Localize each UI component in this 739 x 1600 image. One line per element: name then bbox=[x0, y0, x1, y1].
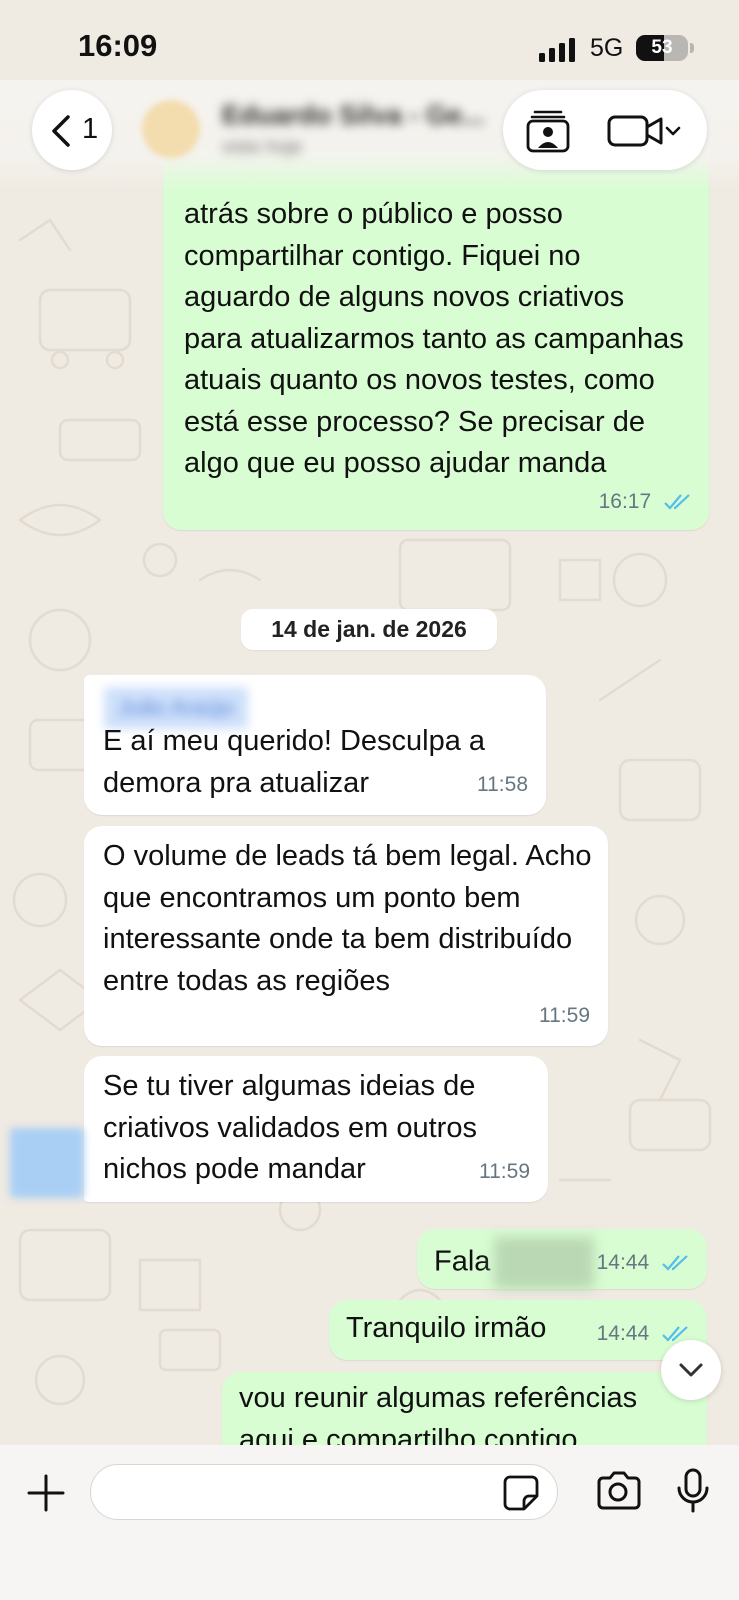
message-list[interactable]: atrás sobre o público e posso compartilh… bbox=[0, 0, 739, 1445]
voice-call-icon[interactable] bbox=[525, 108, 571, 154]
read-receipt-icon bbox=[662, 1255, 688, 1271]
date-separator: 14 de jan. de 2026 bbox=[241, 609, 497, 650]
microphone-icon[interactable] bbox=[676, 1468, 710, 1514]
message-composer bbox=[0, 1445, 739, 1600]
contact-info[interactable]: Eduardo Silva - Ge... visto hoje bbox=[222, 100, 485, 160]
message-input[interactable] bbox=[90, 1464, 558, 1520]
plus-icon[interactable] bbox=[26, 1473, 66, 1513]
blurred-name bbox=[494, 1237, 595, 1289]
video-camera-icon[interactable] bbox=[607, 114, 687, 148]
message-meta: 16:17 bbox=[599, 481, 693, 523]
battery-level: 53 bbox=[651, 37, 673, 58]
unread-count: 1 bbox=[82, 113, 99, 145]
message-time: 11:59 bbox=[479, 1159, 530, 1183]
sender-avatar[interactable] bbox=[10, 1128, 84, 1198]
status-bar: 16:09 5G 53 bbox=[0, 0, 739, 90]
message-time: 14:44 bbox=[596, 1250, 650, 1274]
sticker-icon[interactable] bbox=[502, 1474, 540, 1512]
status-time: 16:09 bbox=[78, 28, 158, 63]
chat-header: 1 Eduardo Silva - Ge... visto hoje bbox=[0, 80, 739, 190]
message-time: 11:58 bbox=[477, 772, 528, 796]
back-button[interactable]: 1 bbox=[32, 90, 112, 170]
chevron-down-icon bbox=[679, 1363, 703, 1377]
scroll-to-bottom-button[interactable] bbox=[661, 1340, 721, 1400]
message-text: Fala bbox=[434, 1237, 595, 1289]
chevron-left-icon bbox=[52, 115, 70, 147]
battery-icon: 53 bbox=[636, 35, 688, 61]
message-text: O volume de leads tá bem legal. Acho que… bbox=[103, 840, 592, 997]
signal-icon bbox=[539, 38, 575, 62]
message-time: 11:59 bbox=[539, 1003, 590, 1027]
message-meta: 14:44 bbox=[597, 1242, 691, 1284]
outgoing-message[interactable]: vou reunir algumas referências aqui e co… bbox=[222, 1372, 707, 1445]
read-receipt-icon bbox=[664, 494, 690, 510]
contact-status: visto hoje bbox=[222, 137, 303, 158]
message-text: Se tu tiver algumas ideias de criativos … bbox=[103, 1070, 477, 1185]
contact-avatar[interactable] bbox=[142, 100, 200, 158]
battery-tip bbox=[690, 43, 694, 53]
incoming-message[interactable]: Se tu tiver algumas ideias de criativos … bbox=[84, 1056, 548, 1202]
message-time: 16:17 bbox=[598, 489, 652, 513]
message-text: atrás sobre o público e posso compartilh… bbox=[184, 198, 684, 479]
incoming-message[interactable]: O volume de leads tá bem legal. Acho que… bbox=[84, 826, 608, 1046]
camera-icon[interactable] bbox=[595, 1471, 641, 1511]
outgoing-message[interactable]: Tranquilo irmão 14:44 bbox=[329, 1300, 707, 1360]
message-text-value: Fala bbox=[434, 1245, 491, 1278]
incoming-message[interactable]: João Araújo E aí meu querido! Desculpa a… bbox=[84, 675, 546, 815]
message-text: vou reunir algumas referências aqui e co… bbox=[239, 1382, 638, 1445]
outgoing-message[interactable]: atrás sobre o público e posso compartilh… bbox=[163, 150, 709, 530]
message-text: Tranquilo irmão bbox=[346, 1312, 547, 1344]
network-type: 5G bbox=[590, 34, 624, 62]
contact-name: Eduardo Silva - Ge... bbox=[222, 100, 485, 130]
call-actions bbox=[503, 90, 707, 170]
message-text: E aí meu querido! Desculpa a demora pra … bbox=[103, 725, 486, 799]
message-time: 14:44 bbox=[596, 1321, 650, 1345]
outgoing-message[interactable]: Fala 14:44 bbox=[417, 1229, 707, 1289]
